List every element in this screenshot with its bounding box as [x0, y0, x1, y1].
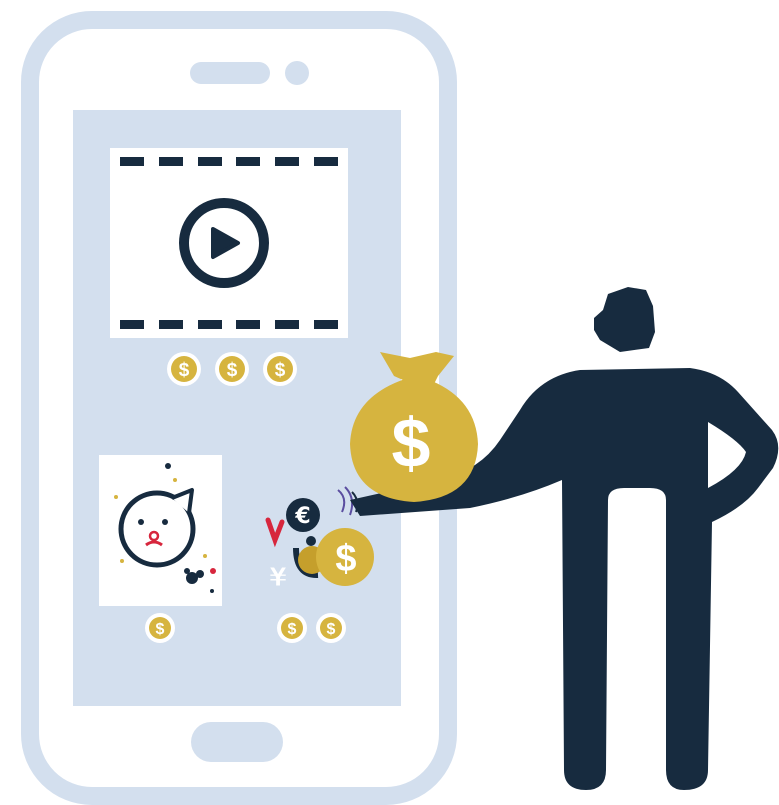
svg-text:$: $	[392, 404, 431, 482]
svg-text:€: €	[294, 504, 310, 529]
dollar-coin-icon: $	[263, 352, 297, 386]
svg-text:$: $	[335, 538, 356, 580]
dollar-coin-icon: $	[167, 352, 201, 386]
svg-text:$: $	[327, 621, 336, 638]
dollar-coin-icon: $	[277, 613, 307, 643]
svg-text:$: $	[156, 621, 165, 638]
svg-text:$: $	[227, 360, 238, 381]
phone-camera	[285, 61, 309, 85]
svg-text:$: $	[179, 360, 190, 381]
video-reward-coins: $ $ $	[167, 352, 297, 386]
person-head	[594, 287, 655, 352]
illustration: $ $ $ $ € ¥ $ $ $ $	[21, 11, 779, 805]
dollar-coin-icon: $	[316, 613, 346, 643]
sticker-reward-coins: $	[145, 613, 175, 643]
phone-home-button[interactable]	[191, 722, 283, 762]
phone-speaker	[190, 62, 270, 84]
svg-text:$: $	[275, 360, 286, 381]
svg-text:¥: ¥	[269, 563, 287, 593]
svg-text:$: $	[288, 621, 297, 638]
dollar-coin-icon: $	[145, 613, 175, 643]
sticker-card[interactable]	[99, 455, 222, 606]
dollar-coin-icon: $	[215, 352, 249, 386]
video-card[interactable]	[110, 148, 348, 338]
